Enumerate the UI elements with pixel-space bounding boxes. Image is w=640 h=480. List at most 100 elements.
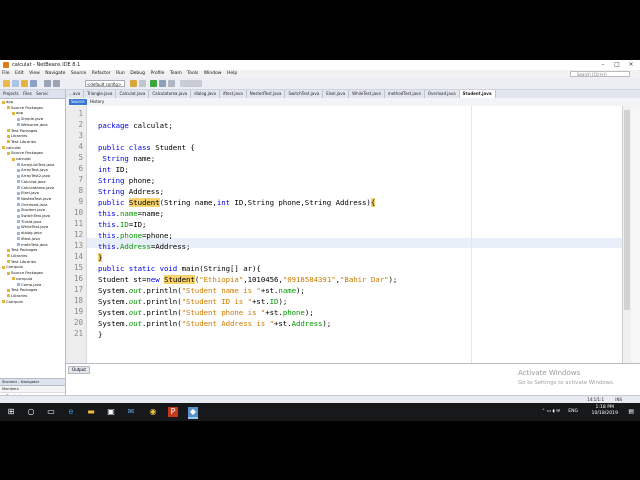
- editor-tab[interactable]: Elsel.java: [323, 90, 350, 98]
- new-file-icon[interactable]: [12, 80, 19, 87]
- menu-navigate[interactable]: Navigate: [45, 71, 65, 76]
- save-all-icon[interactable]: [30, 80, 37, 87]
- editor-tab[interactable]: WhileTest.java: [349, 90, 385, 98]
- menu-view[interactable]: View: [29, 71, 40, 76]
- clean-build-icon[interactable]: [139, 80, 146, 87]
- history-view-button[interactable]: History: [90, 98, 104, 106]
- editor-tab[interactable]: Calculatarea.java: [149, 90, 192, 98]
- memory-meter: [180, 80, 202, 87]
- menu-file[interactable]: File: [2, 71, 10, 76]
- folder-icon: [7, 134, 10, 138]
- code-token: +st.: [274, 318, 292, 328]
- tree-item[interactable]: Compula: [0, 299, 65, 305]
- line-number: 21: [73, 329, 83, 339]
- window-title: calculat - NetBeans IDE 8.1: [12, 62, 81, 68]
- editor-tab[interactable]: ...ava: [66, 90, 85, 98]
- close-button[interactable]: ×: [624, 60, 638, 70]
- output-tab[interactable]: Output: [68, 366, 90, 374]
- code-token: }: [98, 252, 103, 262]
- system-tray-icons[interactable]: ⌃ ▭ ◖ ✉: [542, 409, 560, 414]
- powerpoint-icon[interactable]: P: [168, 407, 178, 417]
- java-file-icon: [17, 180, 20, 184]
- menu-tools[interactable]: Tools: [187, 71, 198, 76]
- code-token: System.: [98, 285, 129, 295]
- menu-edit[interactable]: Edit: [15, 71, 24, 76]
- menu-debug[interactable]: Debug: [130, 71, 145, 76]
- code-token: );: [278, 296, 288, 306]
- code-token: calculat;: [128, 120, 173, 130]
- tab-projects[interactable]: Projects: [3, 91, 19, 96]
- edge-icon[interactable]: e: [66, 407, 76, 417]
- store-icon[interactable]: ▣: [106, 407, 116, 417]
- menu-help[interactable]: Help: [227, 71, 237, 76]
- code-token: +st.: [265, 307, 283, 317]
- menu-refactor[interactable]: Refactor: [92, 71, 111, 76]
- minimize-button[interactable]: –: [596, 60, 610, 70]
- java-file-icon: [17, 191, 20, 195]
- code-token: name: [278, 285, 297, 295]
- code-token: out: [128, 285, 142, 295]
- start-button-icon[interactable]: ⊞: [6, 407, 16, 417]
- tree-item-label: compula: [16, 275, 33, 281]
- language-indicator[interactable]: ENG: [568, 409, 578, 414]
- tab-files[interactable]: Files: [23, 91, 32, 96]
- editor-tab[interactable]: iftest.java: [220, 90, 247, 98]
- folder-icon: [7, 248, 10, 252]
- editor-tab[interactable]: dialog.java: [191, 90, 220, 98]
- config-select[interactable]: <default config>: [85, 80, 125, 87]
- new-project-icon[interactable]: [3, 80, 10, 87]
- tree-item-label: iftest.java: [21, 235, 40, 241]
- line-number: 20: [73, 318, 83, 328]
- source-view-button[interactable]: Source: [69, 99, 87, 105]
- code-token: ID,String phone,String Address): [230, 197, 371, 207]
- editor-tab[interactable]: methodTest.java: [385, 90, 425, 98]
- code-token: int: [98, 164, 112, 174]
- menu-window[interactable]: Window: [204, 71, 222, 76]
- undo-icon[interactable]: [44, 80, 51, 87]
- code-editor[interactable]: 1 2 3 4 5 6 7 8 9 10 11 12 13 14 15 16 17 18 19 20 21 packag…: [66, 106, 622, 363]
- code-token: );: [322, 318, 332, 328]
- file-explorer-icon[interactable]: ▬: [86, 407, 96, 417]
- editor-tab[interactable]: SwitchTest.java: [285, 90, 324, 98]
- folder-icon: [12, 277, 15, 281]
- editor-tab[interactable]: Triangle.java: [84, 90, 117, 98]
- menu-source[interactable]: Source: [71, 71, 86, 76]
- code-token: "Student Address is ": [181, 318, 274, 328]
- menu-run[interactable]: Run: [116, 71, 125, 76]
- netbeans-taskbar-icon[interactable]: ◆: [188, 407, 198, 419]
- line-number: 14: [73, 252, 83, 262]
- task-view-icon[interactable]: ▭: [46, 407, 56, 417]
- notifications-icon[interactable]: ▤: [628, 408, 634, 415]
- editor-tab[interactable]: Overload.java: [425, 90, 460, 98]
- tree-item-label: NestedTest.java: [21, 195, 52, 201]
- code-token: "Student ID is ": [181, 296, 253, 306]
- run-icon[interactable]: [150, 80, 157, 87]
- build-icon[interactable]: [130, 80, 137, 87]
- java-file-icon: [17, 225, 20, 229]
- menu-team[interactable]: Team: [170, 71, 182, 76]
- code-line: System.out.println("Student ID is "+st.I…: [98, 297, 287, 306]
- editor-tab[interactable]: Student.java: [459, 90, 496, 98]
- mail-icon[interactable]: ✉: [126, 407, 136, 417]
- open-project-icon[interactable]: [21, 80, 28, 87]
- debug-icon[interactable]: [159, 80, 166, 87]
- code-line: Student st=new Student("Ethiopia",101045…: [98, 274, 397, 284]
- code-token: this: [98, 230, 116, 240]
- editor-tab[interactable]: NestedTest.java: [247, 90, 286, 98]
- tab-services[interactable]: Servic: [36, 91, 48, 96]
- maximize-button[interactable]: □: [610, 60, 624, 70]
- taskbar-clock[interactable]: 1:18 PM 10/18/2019: [592, 405, 618, 417]
- line-number: 11: [73, 219, 83, 229]
- profile-icon[interactable]: [168, 80, 175, 87]
- tree-item-label: Test Libraries: [11, 138, 37, 144]
- search-icon[interactable]: ○: [26, 407, 36, 417]
- redo-icon[interactable]: [53, 80, 60, 87]
- scrollbar-thumb[interactable]: [624, 110, 630, 310]
- code-token: int: [216, 197, 231, 207]
- navigator-filter[interactable]: Members: [0, 386, 65, 393]
- search-input[interactable]: Search (Ctrl+I): [570, 71, 630, 77]
- chrome-icon[interactable]: ◉: [148, 407, 158, 417]
- code-line: System.out.println("Student Address is "…: [98, 319, 331, 328]
- menu-profile[interactable]: Profile: [150, 71, 164, 76]
- editor-tab[interactable]: Calculat.java: [116, 90, 150, 98]
